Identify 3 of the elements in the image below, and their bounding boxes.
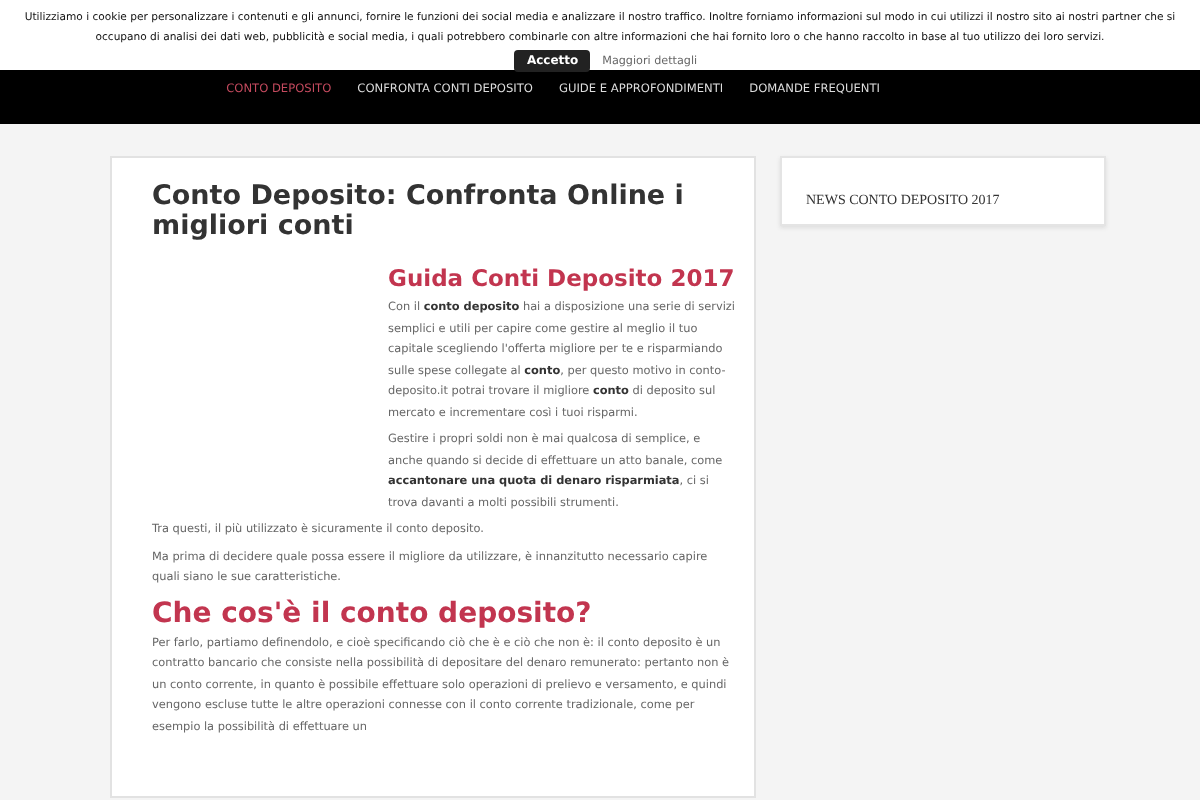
intro-heading: Guida Conti Deposito 2017 [388,266,737,292]
section-heading: Che cos'è il conto deposito? [152,597,594,629]
article-title: Conto Deposito: Confronta Online i migliori conti [152,182,686,242]
